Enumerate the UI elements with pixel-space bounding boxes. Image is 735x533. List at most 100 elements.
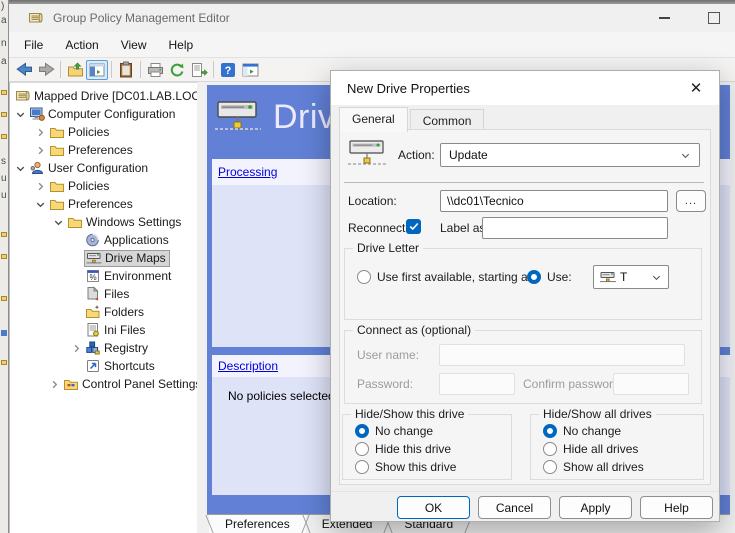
tree-item-environment[interactable]: % Environment <box>10 267 197 285</box>
tree-item-windows-settings[interactable]: Windows Settings <box>10 213 197 231</box>
console-tree-icon <box>89 63 105 77</box>
background-text-fragment: a <box>1 15 7 26</box>
menu-file[interactable]: File <box>13 34 54 56</box>
up-one-level-button[interactable] <box>64 60 86 80</box>
tree-item-user-preferences[interactable]: Preferences <box>10 195 197 213</box>
gpo-scroll-icon <box>28 10 44 26</box>
tree-item-files[interactable]: Files <box>10 285 197 303</box>
hide-all-drives-radio[interactable]: Hide all drives <box>543 442 638 456</box>
background-folder-icon <box>1 296 7 301</box>
shortcuts-icon <box>84 358 101 374</box>
tree-item-control-panel-settings[interactable]: Control Panel Settings <box>10 375 197 393</box>
tree-item-drive-maps[interactable]: Drive Maps <box>10 249 197 267</box>
clipboard-icon <box>119 61 133 78</box>
back-button[interactable] <box>13 60 35 80</box>
processing-link[interactable]: Processing <box>218 165 277 179</box>
tree-item-registry[interactable]: Registry <box>10 339 197 357</box>
chevron-right-icon[interactable] <box>32 178 48 194</box>
show-all-drives-radio[interactable]: Show all drives <box>543 460 644 474</box>
console-tree[interactable]: Mapped Drive [DC01.LAB.LOCA Computer Con… <box>9 82 197 533</box>
refresh-button[interactable] <box>166 60 188 80</box>
tree-item-label: Control Panel Settings <box>79 377 197 391</box>
hide-show-this-drive-group: Hide/Show this drive No change Hide this… <box>342 414 512 480</box>
show-result-pane-button[interactable] <box>239 60 261 80</box>
selected-tree-item[interactable]: Drive Maps <box>84 250 170 267</box>
apply-button[interactable]: Apply <box>559 496 632 519</box>
show-console-tree-button[interactable] <box>86 60 108 80</box>
maximize-button[interactable] <box>703 8 725 28</box>
forward-arrow-icon <box>38 62 55 77</box>
tree-item-root[interactable]: Mapped Drive [DC01.LAB.LOCA <box>10 87 197 105</box>
drive-letter-dropdown[interactable]: T <box>593 265 669 289</box>
action-label: Action: <box>398 148 435 162</box>
confirm-password-input <box>613 373 689 395</box>
menu-view[interactable]: View <box>110 34 158 56</box>
radio-icon <box>355 442 369 456</box>
close-button[interactable]: ✕ <box>685 77 707 99</box>
chevron-right-icon[interactable] <box>46 376 62 392</box>
chevron-down-icon[interactable] <box>32 196 48 212</box>
chevron-right-icon[interactable] <box>32 124 48 140</box>
folders-icon <box>84 304 101 320</box>
hide-this-drive-radio[interactable]: Hide this drive <box>355 442 451 456</box>
radio-label: Use: <box>547 270 572 284</box>
background-folder-icon <box>1 254 7 259</box>
tab-general[interactable]: General <box>339 107 408 132</box>
location-input[interactable] <box>440 190 668 212</box>
tree-item-computer-configuration[interactable]: Computer Configuration <box>10 105 197 123</box>
back-arrow-icon <box>16 62 33 77</box>
radio-label: Show all drives <box>563 460 644 474</box>
paste-button[interactable] <box>115 60 137 80</box>
tree-item-computer-preferences[interactable]: Preferences <box>10 141 197 159</box>
drive-icon <box>348 136 386 170</box>
menu-help[interactable]: Help <box>158 34 205 56</box>
ok-button[interactable]: OK <box>397 496 470 519</box>
description-link[interactable]: Description <box>218 359 278 373</box>
chevron-down-icon[interactable] <box>50 214 66 230</box>
chevron-down-icon[interactable] <box>12 106 28 122</box>
help-button[interactable]: Help <box>640 496 713 519</box>
folder-icon <box>48 178 65 194</box>
forward-button[interactable] <box>35 60 57 80</box>
title-bar[interactable]: Group Policy Management Editor <box>9 4 735 32</box>
help-button[interactable]: ? <box>217 60 239 80</box>
tree-spacer <box>68 268 84 284</box>
tree-item-applications[interactable]: Applications <box>10 231 197 249</box>
reconnect-checkbox[interactable] <box>406 219 421 234</box>
drive-maps-icon <box>85 250 102 266</box>
chevron-down-icon[interactable] <box>12 160 28 176</box>
tree-item-label: Ini Files <box>101 323 145 337</box>
toolbar-separator <box>60 61 61 78</box>
browse-button[interactable]: ... <box>676 190 706 212</box>
action-dropdown[interactable]: Update <box>440 143 700 167</box>
control-panel-folder-icon <box>62 376 79 392</box>
tree-item-computer-policies[interactable]: Policies <box>10 123 197 141</box>
chevron-right-icon[interactable] <box>32 142 48 158</box>
location-label: Location: <box>348 194 397 208</box>
no-change-all-radio[interactable]: No change <box>543 424 621 438</box>
tree-item-folders[interactable]: Folders <box>10 303 197 321</box>
menu-action[interactable]: Action <box>54 34 109 56</box>
print-button[interactable] <box>144 60 166 80</box>
refresh-icon <box>169 62 185 78</box>
registry-icon <box>84 340 101 356</box>
dialog-title-bar[interactable]: New Drive Properties ✕ <box>331 71 719 105</box>
tree-item-user-configuration[interactable]: User Configuration <box>10 159 197 177</box>
minimize-button[interactable] <box>653 8 675 28</box>
new-drive-properties-dialog: New Drive Properties ✕ General Common <box>330 70 720 522</box>
tab-preferences[interactable]: Preferences <box>209 515 306 533</box>
tree-item-ini-files[interactable]: Ini Files <box>10 321 197 339</box>
label-as-input[interactable] <box>482 217 668 239</box>
action-value: Update <box>449 148 680 162</box>
chevron-right-icon[interactable] <box>68 340 84 356</box>
tree-item-user-policies[interactable]: Policies <box>10 177 197 195</box>
tree-item-shortcuts[interactable]: Shortcuts <box>10 357 197 375</box>
use-first-available-radio[interactable]: Use first available, starting at: <box>357 270 534 284</box>
reconnect-label: Reconnect: <box>348 221 409 235</box>
use-radio[interactable]: Use: <box>527 270 572 284</box>
export-list-button[interactable] <box>188 60 210 80</box>
show-this-drive-radio[interactable]: Show this drive <box>355 460 456 474</box>
menu-bar: File Action View Help <box>9 32 735 58</box>
cancel-button[interactable]: Cancel <box>478 496 551 519</box>
no-change-this-radio[interactable]: No change <box>355 424 433 438</box>
